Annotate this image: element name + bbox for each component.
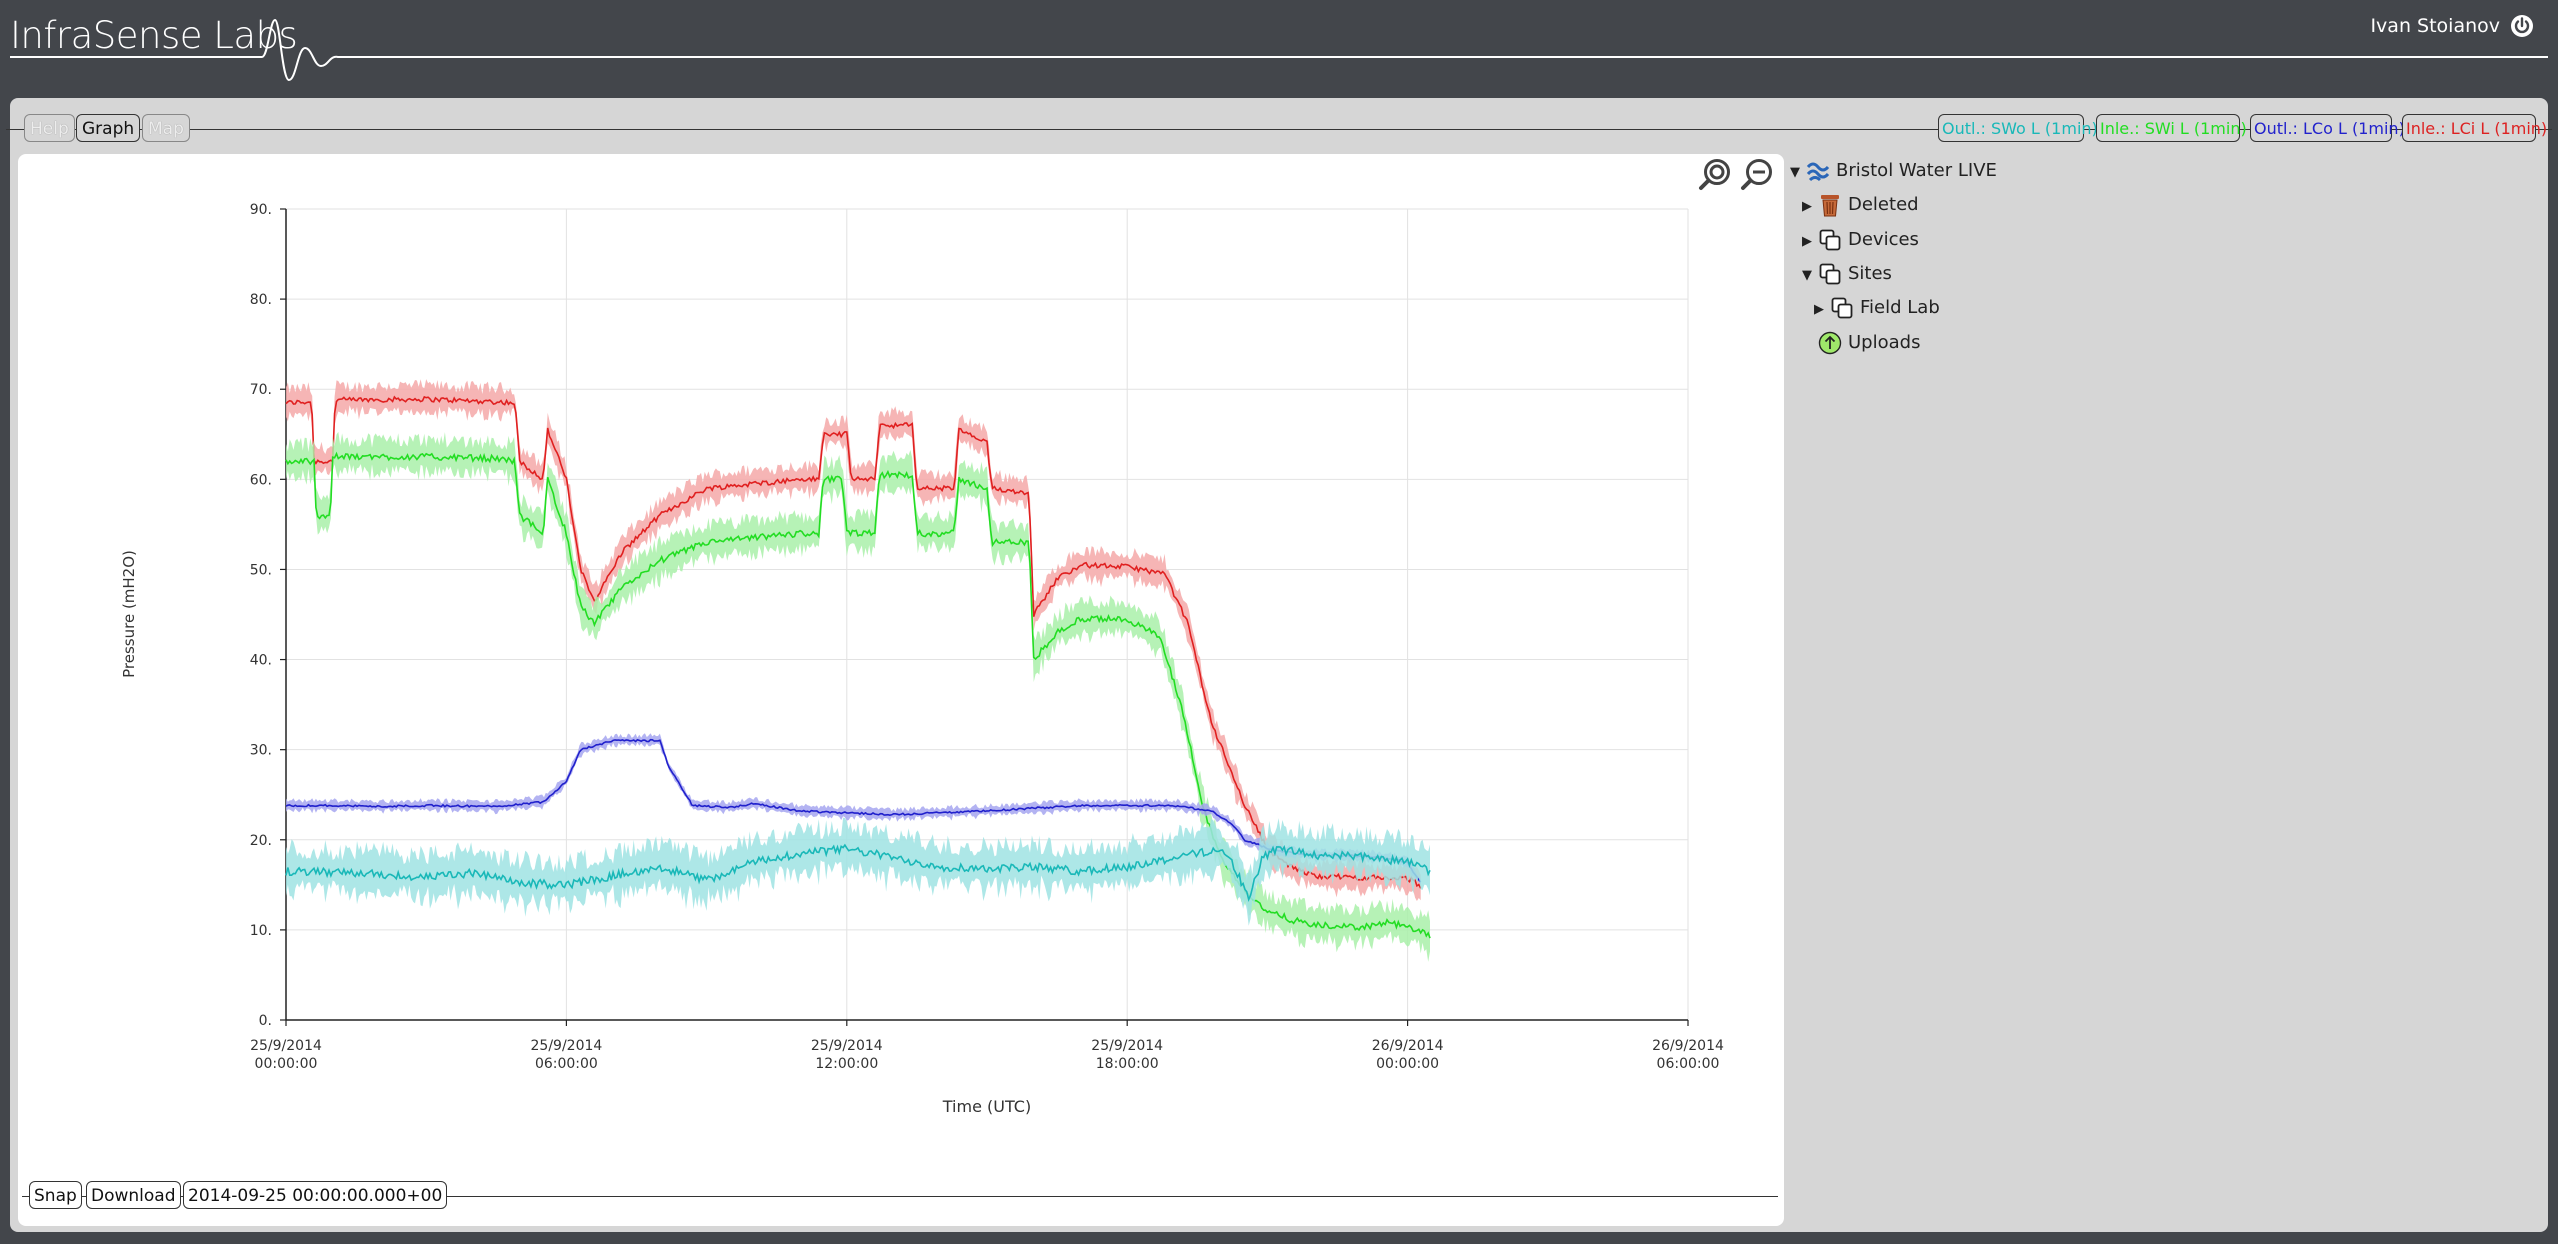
tree-item-field-lab[interactable]: ▶ Field Lab [1814,295,1940,321]
x-tick-label-time: 00:00:00 [255,1056,318,1072]
help-button[interactable]: Help [24,114,75,142]
zoom-out-icon[interactable] [1740,157,1776,193]
x-tick-label-date: 25/9/2014 [811,1038,883,1054]
y-axis-label: Pressure (mH2O) [120,550,138,678]
tree-item-devices[interactable]: ▶ Devices [1802,227,1919,253]
map-button[interactable]: Map [142,114,190,142]
x-tick-label-time: 12:00:00 [815,1056,878,1072]
chevron-right-icon[interactable]: ▶ [1802,229,1818,255]
x-tick-label-time: 18:00:00 [1096,1056,1159,1072]
y-tick-label: 70. [250,382,272,398]
y-tick-label: 30. [250,743,272,759]
x-tick-label-time: 06:00:00 [1657,1056,1720,1072]
pressure-chart[interactable]: 0. 10. 20. 30. 40. 50. 60. 70. 80. 90. 25/9/2014 00… [18,154,1784,1226]
tree-root-bristol-water[interactable]: ▼ Bristol Water LIVE [1790,158,1997,184]
y-tick-label: 20. [250,833,272,849]
y-tick-label: 50. [250,562,272,578]
tree-item-uploads[interactable]: Uploads [1818,330,1920,356]
download-button[interactable]: Download [86,1181,181,1209]
y-tick-label: 10. [250,923,272,939]
tree-label: Devices [1848,229,1919,250]
graph-button[interactable]: Graph [76,114,141,142]
x-axis-label: Time (UTC) [942,1097,1031,1116]
tree-label: Field Lab [1860,297,1940,318]
x-tick-label-date: 26/9/2014 [1652,1038,1724,1054]
x-tick-label-time: 06:00:00 [535,1056,598,1072]
timestamp-field[interactable]: 2014-09-25 00:00:00.000+00 [183,1181,448,1209]
tree-label: Sites [1848,263,1892,284]
x-tick-label-time: 00:00:00 [1376,1056,1439,1072]
user-name[interactable]: Ivan Stoianov [2370,15,2500,37]
zoom-reset-icon[interactable] [1698,157,1734,193]
tree-item-sites[interactable]: ▼ Sites [1802,261,1892,287]
trash-icon [1821,195,1839,217]
x-tick-label-date: 25/9/2014 [250,1038,322,1054]
tree-label: Bristol Water LIVE [1836,160,1997,181]
water-wave-icon [1806,162,1830,182]
chevron-down-icon[interactable]: ▼ [1790,160,1806,186]
y-tick-label: 80. [250,292,272,308]
copy-icon [1819,263,1841,285]
upload-icon [1818,331,1842,355]
y-tick-label: 90. [250,202,272,218]
app-header: InfraSense Labs Ivan Stoianov [0,0,2558,96]
chevron-down-icon[interactable]: ▼ [1802,263,1818,289]
y-tick-label: 40. [250,653,272,669]
tree-item-deleted[interactable]: ▶ Deleted [1802,192,1919,218]
tree-label: Uploads [1848,332,1921,353]
x-tick-label-date: 25/9/2014 [531,1038,603,1054]
copy-icon [1831,297,1853,319]
series-toggle-button[interactable]: Outl.: SWo L (1min) [1938,114,2098,142]
y-tick-label: 60. [250,472,272,488]
app-title: InfraSense Labs [10,14,298,57]
chevron-right-icon[interactable]: ▶ [1802,194,1818,220]
logo-wave-icon [10,18,2548,82]
power-icon[interactable] [2510,14,2534,38]
x-tick-label-date: 25/9/2014 [1091,1038,1163,1054]
series-toggle-button[interactable]: Outl.: LCo L (1min) [2250,114,2405,142]
series-toggle-button[interactable]: Inle.: SWi L (1min) [2096,114,2247,142]
tree-label: Deleted [1848,194,1919,215]
snap-button[interactable]: Snap [29,1181,82,1209]
series-toggle-button[interactable]: Inle.: LCi L (1min) [2402,114,2547,142]
chart-area: 0. 10. 20. 30. 40. 50. 60. 70. 80. 90. 25/9/2014 00… [18,154,1784,1226]
copy-icon [1819,229,1841,251]
chevron-right-icon[interactable]: ▶ [1814,297,1830,323]
y-tick-label: 0. [259,1013,272,1029]
x-tick-label-date: 26/9/2014 [1372,1038,1444,1054]
